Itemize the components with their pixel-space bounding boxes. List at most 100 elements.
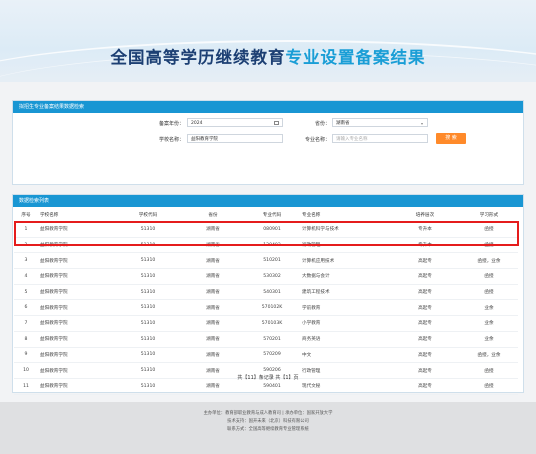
table-row: 5 益阳教育学院 51310 湖南省 540301 建筑工程技术 高起专 函授 [14,284,518,301]
cell-index: 9 [14,347,38,364]
cell-province: 湖南省 [182,347,244,364]
highlight-box [14,221,519,246]
cell-major-name: 小学教育 [300,315,390,332]
table-row: 7 益阳教育学院 51310 湖南省 570103K 小学教育 高起专 业余 [14,315,518,332]
cell-study-mode: 函授，业余 [460,252,518,270]
cell-school-name: 益阳教育学院 [38,268,114,285]
cell-school-code: 51310 [114,268,182,285]
table-header-row: 序号 学校名称 学校代码 省份 专业代码 专业名称 培养层次 学习形式 [14,208,518,222]
cell-major-name: 建筑工程技术 [300,284,390,301]
year-value: 2024 [191,121,203,126]
cell-school-code: 51310 [114,315,182,332]
cell-level: 高起专 [390,284,460,301]
column-header-province: 省份 [182,208,244,222]
column-header-level: 培养层次 [390,208,460,222]
cell-index: 6 [14,299,38,317]
cell-level: 高起专 [390,268,460,285]
cell-study-mode: 业余 [460,331,518,348]
province-select[interactable]: 湖南省 ▾ [332,118,428,127]
footer-line-3: 联系方式：全国高等继续教育专业管理系统 [227,427,309,432]
cell-major-name: 大数据与会计 [300,268,390,285]
cell-school-name: 益阳教育学院 [38,299,114,317]
cell-school-name: 益阳教育学院 [38,347,114,364]
column-header-study-mode: 学习形式 [460,208,518,222]
cell-study-mode: 业余 [460,299,518,317]
cell-province: 湖南省 [182,284,244,301]
cell-study-mode: 函授 [460,268,518,285]
cell-province: 湖南省 [182,299,244,317]
school-value: 益阳教育学院 [191,137,218,142]
cell-province: 湖南省 [182,315,244,332]
table-row: 8 益阳教育学院 51310 湖南省 570201 商务英语 高起专 业余 [14,331,518,348]
cell-school-code: 51310 [114,284,182,301]
table-row: 3 益阳教育学院 51310 湖南省 510201 计算机应用技术 高起专 函授，业余 [14,252,518,270]
cell-school-name: 益阳教育学院 [38,315,114,332]
cell-study-mode: 业余 [460,315,518,332]
results-panel-header: 数据检索列表 [13,195,523,207]
cell-major-name: 计算机应用技术 [300,252,390,270]
column-header-major-name: 专业名称 [300,208,390,222]
school-input[interactable]: 益阳教育学院 [187,134,283,143]
cell-major-name: 中文 [300,347,390,364]
calendar-icon[interactable] [274,121,279,125]
cell-study-mode: 函授，业余 [460,347,518,364]
cell-level: 高起专 [390,331,460,348]
chevron-down-icon: ▾ [420,121,423,126]
year-label: 备案年份： [158,121,184,127]
cell-school-code: 51310 [114,252,182,270]
cell-school-code: 51310 [114,347,182,364]
title-part-1: 全国高等学历继续教育 [110,48,286,67]
cell-major-code: 570102K [244,299,300,317]
cell-index: 5 [14,284,38,301]
school-label: 学校名称： [158,137,184,143]
footer: 主办单位：教育部职业教育与成人教育司 | 承办单位：国家开放大学 技术支持：国开… [0,402,536,454]
table-row: 9 益阳教育学院 51310 湖南省 570209 中文 高起专 函授，业余 [14,347,518,364]
cell-level: 高起专 [390,315,460,332]
column-header-major-code: 专业代码 [244,208,300,222]
cell-school-name: 益阳教育学院 [38,252,114,270]
province-label: 省份： [314,121,330,127]
cell-school-name: 益阳教育学院 [38,284,114,301]
cell-index: 4 [14,268,38,285]
cell-major-code: 510201 [244,252,300,270]
search-button[interactable]: 搜 索 [436,133,466,144]
year-field[interactable]: 2024 [187,118,283,127]
cell-major-name: 学前教育 [300,299,390,317]
title-part-2: 专业设置备案结果 [285,48,426,67]
cell-major-code: 570209 [244,347,300,364]
cell-school-name: 益阳教育学院 [38,331,114,348]
cell-index: 3 [14,252,38,270]
cell-major-code: 530302 [244,268,300,285]
cell-province: 湖南省 [182,268,244,285]
column-header-school-name: 学校名称 [38,208,114,222]
search-panel-header: 拟招生专业备案结果数据检索 [13,101,523,113]
major-placeholder: 请输入专业名称 [336,137,368,142]
province-value: 湖南省 [336,121,350,126]
header-banner: 全国高等学历继续教育专业设置备案结果 [0,0,536,82]
footer-line-2: 技术支持：国开未来（北京）科技有限公司 [227,419,309,424]
table-row: 4 益阳教育学院 51310 湖南省 530302 大数据与会计 高起专 函授 [14,268,518,285]
cell-province: 湖南省 [182,331,244,348]
major-input[interactable]: 请输入专业名称 [332,134,428,143]
major-label: 专业名称： [304,137,330,143]
cell-level: 高起专 [390,252,460,270]
cell-major-name: 商务英语 [300,331,390,348]
table-row: 6 益阳教育学院 51310 湖南省 570102K 学前教育 高起专 业余 [14,299,518,317]
cell-major-code: 570201 [244,331,300,348]
cell-study-mode: 函授 [460,284,518,301]
cell-index: 8 [14,331,38,348]
cell-province: 湖南省 [182,252,244,270]
column-header-school-code: 学校代码 [114,208,182,222]
cell-major-code: 570103K [244,315,300,332]
column-header-index: 序号 [14,208,38,222]
cell-level: 高起专 [390,299,460,317]
cell-level: 高起专 [390,347,460,364]
cell-major-code: 540301 [244,284,300,301]
page-title: 全国高等学历继续教育专业设置备案结果 [0,44,536,68]
cell-index: 7 [14,315,38,332]
footer-line-1: 主办单位：教育部职业教育与成人教育司 | 承办单位：国家开放大学 [203,411,333,416]
cell-school-code: 51310 [114,299,182,317]
cell-school-code: 51310 [114,331,182,348]
table-body: 1 益阳教育学院 51310 湖南省 080901 计算机科学与技术 专升本 函授 2 益阳教育学… [14,221,518,395]
pagination-summary: 共【11】条记录 共【1】页 [237,375,299,381]
